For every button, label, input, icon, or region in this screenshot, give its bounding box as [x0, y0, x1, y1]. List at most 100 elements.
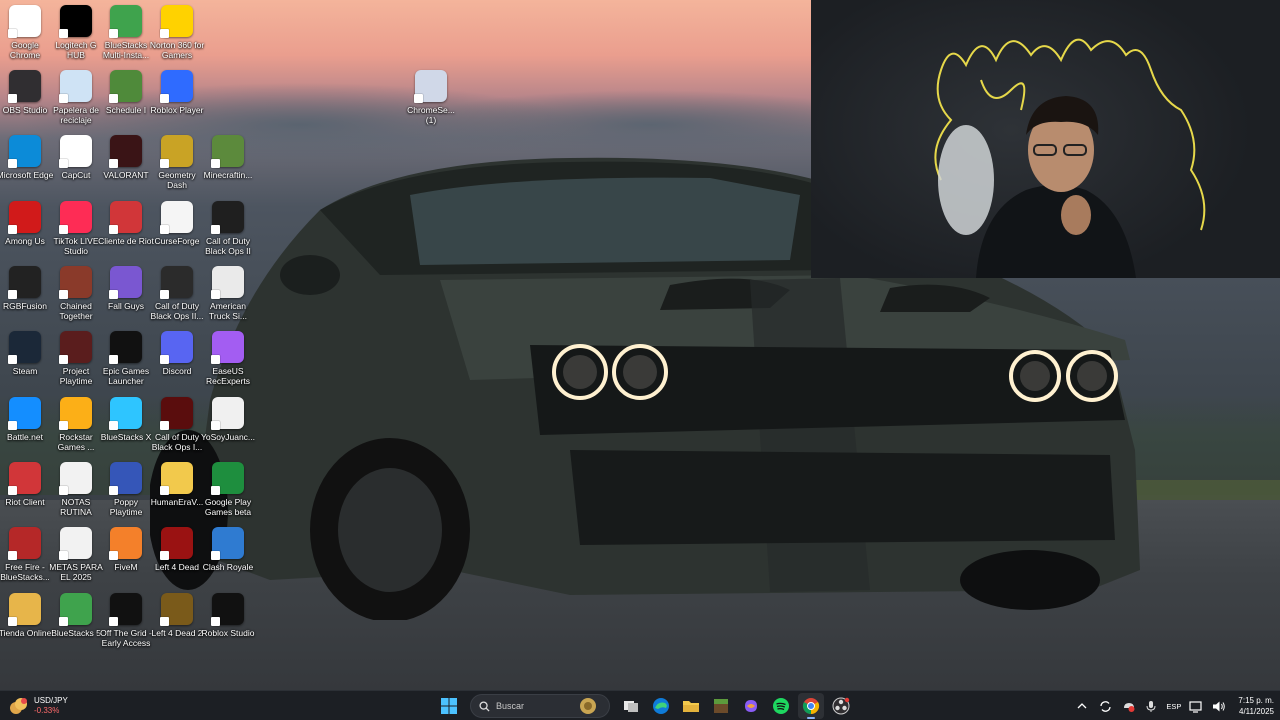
taskbar-chrome[interactable]	[798, 693, 824, 719]
google-play-games-icon	[211, 462, 244, 495]
bluestacks-x-icon	[109, 397, 142, 430]
desktop-icon-label: Steam	[12, 366, 38, 376]
stock-widget[interactable]: USD/JPY -0.33%	[8, 693, 68, 719]
desktop-icon[interactable]: Call of Duty Black Ops II	[203, 201, 253, 256]
tray-volume[interactable]	[1211, 698, 1227, 714]
taskbar-center: Buscar	[436, 693, 854, 719]
search-box[interactable]: Buscar	[470, 694, 610, 718]
edge-icon	[8, 135, 41, 168]
desktop-icon[interactable]: Call of Duty Black Ops I...	[152, 397, 202, 452]
desktop-icon[interactable]: Papelera de reciclaje	[51, 70, 101, 125]
desktop-icon[interactable]: Roblox Studio	[202, 593, 254, 638]
desktop-icon[interactable]: Left 4 Dead 2	[151, 593, 203, 638]
desktop-icon-label: Call of Duty Black Ops II	[205, 236, 251, 256]
desktop-icon-label: Off The Grid - Early Access	[100, 628, 152, 648]
desktop-icon[interactable]: Cliente de Riot	[98, 201, 154, 246]
chrome-icon	[802, 698, 820, 715]
taskbar-spotify[interactable]	[768, 693, 794, 719]
desktop-icon[interactable]: OBS Studio	[0, 70, 50, 115]
desktop-icon[interactable]: Among Us	[0, 201, 50, 246]
desktop-icon[interactable]: Steam	[0, 331, 50, 376]
tray-network[interactable]	[1188, 698, 1204, 714]
tray-sync[interactable]	[1097, 698, 1113, 714]
desktop-icon-label: Discord	[162, 366, 192, 376]
start-button[interactable]	[436, 693, 462, 719]
desktop-icon[interactable]: BlueStacks X	[101, 397, 151, 442]
logitech-g-icon	[59, 5, 92, 38]
desktop-icon[interactable]: Discord	[152, 331, 202, 376]
tray-overflow-button[interactable]	[1074, 698, 1090, 714]
desktop-icon[interactable]: Fall Guys	[101, 266, 151, 311]
desktop-icon[interactable]: Left 4 Dead	[152, 527, 202, 572]
desktop-icon[interactable]: EaseUS RecExperts	[203, 331, 253, 386]
desktop-icon[interactable]: Clash Royale	[203, 527, 253, 572]
desktop-icon[interactable]: TikTok LIVE Studio	[51, 201, 101, 256]
search-highlight-icon	[580, 698, 596, 714]
recycle-bin-icon	[59, 70, 92, 103]
left4dead-icon	[160, 527, 193, 560]
desktop-icon[interactable]: Tienda Online	[0, 593, 51, 638]
desktop-icon[interactable]: Minecraftin...	[203, 135, 253, 180]
fivem-icon	[109, 527, 142, 560]
desktop-icon-label: Poppy Playtime	[109, 497, 143, 517]
desktop-icon[interactable]: NOTAS RUTINA	[51, 462, 101, 517]
language-indicator[interactable]: ESP	[1166, 702, 1181, 711]
desktop-icon[interactable]: American Truck Si...	[203, 266, 253, 321]
taskbar-copilot[interactable]	[738, 693, 764, 719]
desktop-icon-label: ChromeSe... (1)	[407, 105, 455, 125]
desktop-icon[interactable]: Call of Duty Black Ops II...	[151, 266, 203, 321]
task-view-button[interactable]	[618, 693, 644, 719]
desktop-icon-label: Minecraftin...	[203, 170, 253, 180]
desktop-icon[interactable]: CapCut	[51, 135, 101, 180]
minecraft-icon	[211, 135, 244, 168]
desktop-icon[interactable]: FiveM	[101, 527, 151, 572]
taskbar-obs[interactable]	[828, 693, 854, 719]
desktop-icon[interactable]: Microsoft Edge	[0, 135, 53, 180]
text-file-icon	[59, 462, 92, 495]
desktop-icon[interactable]: Project Playtime	[51, 331, 101, 386]
desktop-icon[interactable]: RGBFusion	[0, 266, 50, 311]
desktop-icon-label: Left 4 Dead	[155, 562, 199, 572]
desktop-icon[interactable]: Epic Games Launcher	[101, 331, 151, 386]
desktop-icon[interactable]: Riot Client	[0, 462, 50, 507]
desktop-icon[interactable]: BlueStacks Multi-Insta...	[101, 5, 151, 60]
desktop-icon[interactable]: Chained Together	[51, 266, 101, 321]
desktop-icon[interactable]: Rockstar Games ...	[51, 397, 101, 452]
desktop-icon[interactable]: Off The Grid - Early Access	[100, 593, 152, 648]
microphone-icon	[1146, 700, 1156, 712]
off-the-grid-icon	[109, 593, 142, 626]
desktop-icon[interactable]: Poppy Playtime	[101, 462, 151, 517]
taskbar-minecraft[interactable]	[708, 693, 734, 719]
desktop-icon[interactable]: Free Fire - BlueStacks...	[0, 527, 50, 582]
desktop-icon[interactable]: YoSoyJuanc...	[201, 397, 255, 442]
desktop-icon[interactable]: Battle.net	[0, 397, 50, 442]
taskbar-edge[interactable]	[648, 693, 674, 719]
clock[interactable]: 7:15 p. m. 4/11/2025	[1238, 695, 1274, 717]
rgbfusion-icon	[8, 266, 41, 299]
desktop-icon[interactable]: Geometry Dash	[152, 135, 202, 190]
folder-icon	[160, 462, 193, 495]
desktop-icon[interactable]: Roblox Player	[151, 70, 203, 115]
desktop-icon[interactable]: Google Play Games beta	[203, 462, 253, 517]
desktop-icon[interactable]: METAS PARA EL 2025	[49, 527, 103, 582]
tray-microphone[interactable]	[1143, 698, 1159, 714]
desktop-icon[interactable]: CurseForge	[152, 201, 202, 246]
chained-together-icon	[59, 266, 92, 299]
desktop-icon-label: American Truck Si...	[209, 301, 247, 321]
desktop-icon[interactable]: VALORANT	[101, 135, 151, 180]
desktop-icon[interactable]: BlueStacks 5	[51, 593, 101, 638]
desktop-icon[interactable]: Logitech G HUB	[51, 5, 101, 60]
taskbar-file-explorer[interactable]	[678, 693, 704, 719]
desktop-icon-label: Call of Duty Black Ops II...	[150, 301, 204, 321]
battlenet-icon	[8, 397, 41, 430]
desktop-icon[interactable]: Schedule I	[101, 70, 151, 115]
desktop-icon-label: Google Play Games beta	[204, 497, 252, 517]
desktop-icon[interactable]: Norton 360 for Gamers	[150, 5, 204, 60]
capcut-icon	[59, 135, 92, 168]
desktop-icon[interactable]: Google Chrome	[0, 5, 50, 60]
project-playtime-icon	[59, 331, 92, 364]
desktop-icon[interactable]: ChromeSe... (1)	[406, 70, 456, 125]
desktop-icon[interactable]: HumanEraV...	[151, 462, 203, 507]
tray-security[interactable]	[1120, 698, 1136, 714]
desktop-icon-label: Microsoft Edge	[0, 170, 54, 180]
